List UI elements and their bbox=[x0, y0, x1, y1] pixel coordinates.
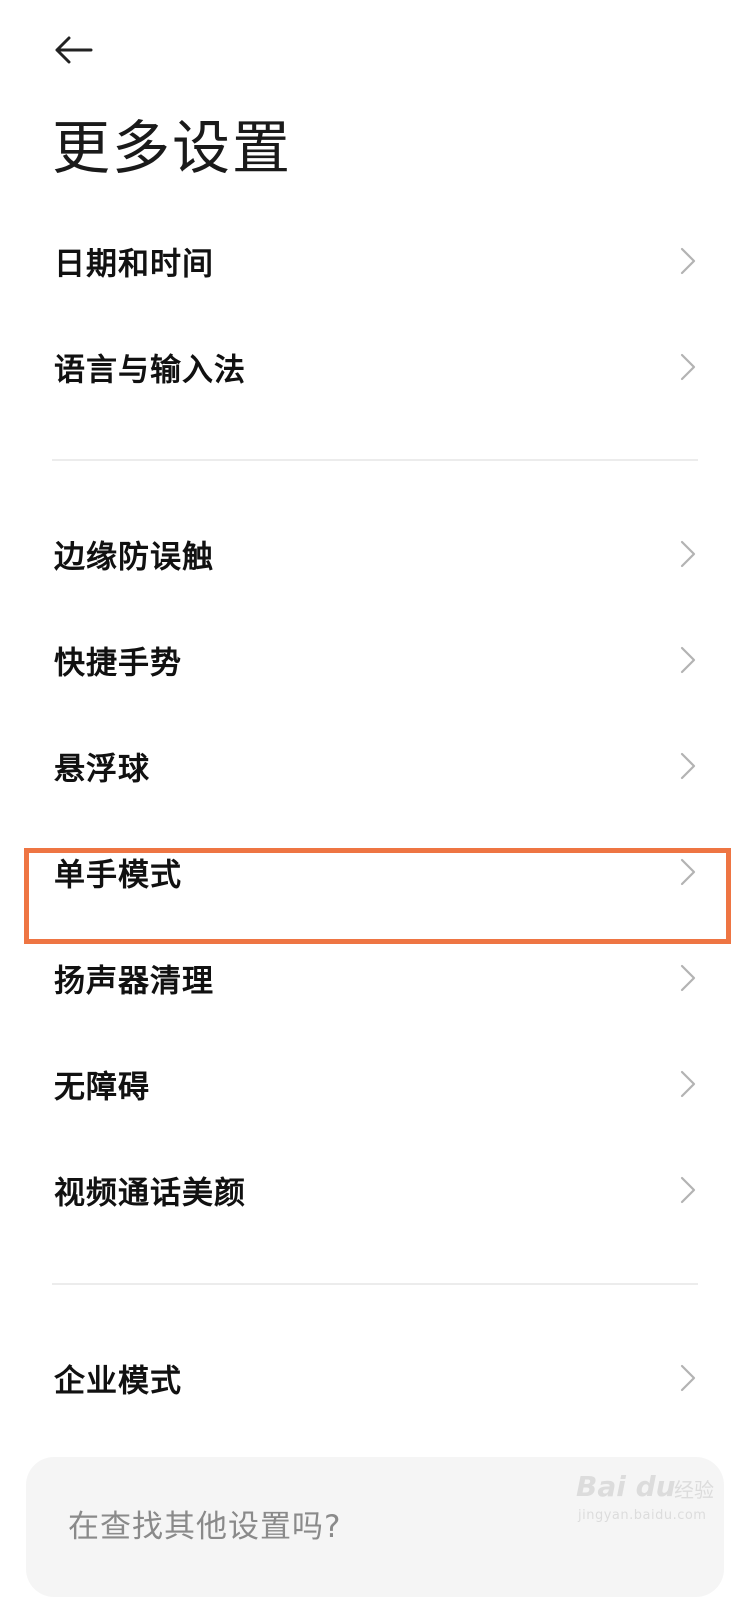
chevron-right-icon bbox=[680, 1176, 696, 1204]
chevron-right-icon bbox=[680, 1364, 696, 1392]
settings-item-date-time[interactable]: 日期和时间 bbox=[0, 208, 750, 314]
section-divider bbox=[52, 1283, 698, 1285]
chevron-right-icon bbox=[680, 858, 696, 886]
settings-item-edge-touch-prevention[interactable]: 边缘防误触 bbox=[0, 501, 750, 607]
settings-item-quick-gestures[interactable]: 快捷手势 bbox=[0, 607, 750, 713]
settings-item-label: 语言与输入法 bbox=[54, 352, 246, 389]
chevron-right-icon bbox=[680, 353, 696, 381]
page-title: 更多设置 bbox=[52, 114, 293, 182]
chevron-right-icon bbox=[680, 247, 696, 275]
back-button[interactable] bbox=[44, 22, 104, 78]
search-card-text: 在查找其他设置吗? bbox=[68, 1509, 342, 1545]
chevron-right-icon bbox=[680, 540, 696, 568]
settings-item-label: 无障碍 bbox=[54, 1069, 150, 1106]
settings-item-label: 企业模式 bbox=[54, 1363, 182, 1400]
search-other-settings-card[interactable]: 在查找其他设置吗? bbox=[26, 1457, 724, 1597]
settings-item-label: 悬浮球 bbox=[54, 751, 150, 788]
chevron-right-icon bbox=[680, 752, 696, 780]
settings-item-enterprise-mode[interactable]: 企业模式 bbox=[0, 1325, 750, 1431]
settings-item-speaker-cleaning[interactable]: 扬声器清理 bbox=[0, 925, 750, 1031]
settings-item-video-call-beauty[interactable]: 视频通话美颜 bbox=[0, 1137, 750, 1243]
settings-item-label: 快捷手势 bbox=[54, 645, 182, 682]
chevron-right-icon bbox=[680, 646, 696, 674]
settings-item-label: 扬声器清理 bbox=[54, 963, 214, 1000]
chevron-right-icon bbox=[680, 1070, 696, 1098]
chevron-right-icon bbox=[680, 964, 696, 992]
settings-item-label: 单手模式 bbox=[54, 857, 182, 894]
settings-item-label: 视频通话美颜 bbox=[54, 1175, 246, 1212]
settings-item-label: 边缘防误触 bbox=[54, 539, 214, 576]
settings-item-floating-ball[interactable]: 悬浮球 bbox=[0, 713, 750, 819]
settings-item-one-handed-mode[interactable]: 单手模式 bbox=[0, 819, 750, 925]
section-divider bbox=[52, 459, 698, 461]
settings-item-language-input[interactable]: 语言与输入法 bbox=[0, 314, 750, 420]
settings-item-label: 日期和时间 bbox=[54, 246, 214, 283]
settings-item-accessibility[interactable]: 无障碍 bbox=[0, 1031, 750, 1137]
arrow-left-icon bbox=[55, 36, 93, 64]
